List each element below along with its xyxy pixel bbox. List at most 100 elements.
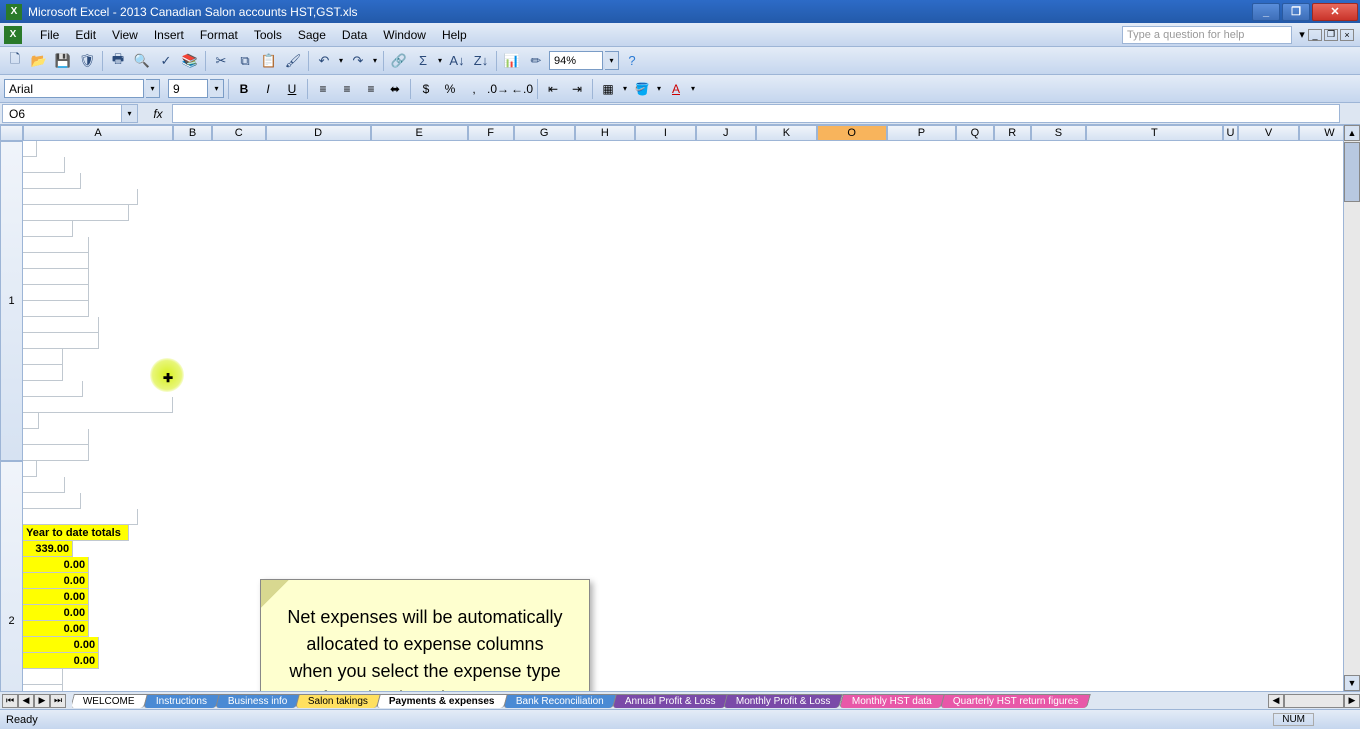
cell[interactable]: 339.00 bbox=[23, 541, 73, 557]
workbook-icon[interactable]: X bbox=[4, 26, 22, 44]
cell[interactable] bbox=[23, 205, 129, 221]
col-header-P[interactable]: P bbox=[887, 125, 957, 141]
autosum-icon[interactable]: Σ bbox=[412, 50, 434, 72]
help-search-input[interactable]: Type a question for help bbox=[1122, 26, 1292, 44]
menu-data[interactable]: Data bbox=[334, 25, 375, 45]
open-icon[interactable]: 📂 bbox=[28, 50, 50, 72]
col-header-O[interactable]: O bbox=[817, 125, 887, 141]
autosum-dropdown-icon[interactable]: ▾ bbox=[436, 56, 444, 65]
cut-icon[interactable]: ✂ bbox=[210, 50, 232, 72]
cell[interactable] bbox=[23, 189, 138, 205]
underline-icon[interactable]: U bbox=[281, 78, 303, 100]
sheet-tab-monthly-hst-data[interactable]: Monthly HST data bbox=[839, 694, 945, 708]
fill-color-icon[interactable]: 🪣 bbox=[631, 78, 653, 100]
wb-minimize-button[interactable]: _ bbox=[1308, 29, 1322, 41]
increase-indent-icon[interactable]: ⇥ bbox=[566, 78, 588, 100]
italic-icon[interactable]: I bbox=[257, 78, 279, 100]
menu-insert[interactable]: Insert bbox=[146, 25, 192, 45]
cell[interactable] bbox=[23, 221, 73, 237]
cell[interactable] bbox=[23, 381, 83, 397]
cell[interactable]: 0.00 bbox=[23, 653, 99, 669]
redo-icon[interactable]: ↷ bbox=[347, 50, 369, 72]
cell[interactable] bbox=[23, 317, 99, 333]
cell[interactable] bbox=[23, 413, 39, 429]
fill-color-dropdown-icon[interactable]: ▾ bbox=[655, 84, 663, 93]
cell[interactable] bbox=[23, 429, 89, 445]
redo-dropdown-icon[interactable]: ▾ bbox=[371, 56, 379, 65]
menu-file[interactable]: File bbox=[32, 25, 67, 45]
menu-tools[interactable]: Tools bbox=[246, 25, 290, 45]
col-header-I[interactable]: I bbox=[635, 125, 695, 141]
col-header-V[interactable]: V bbox=[1238, 125, 1299, 141]
sheet-tab-salon-takings[interactable]: Salon takings bbox=[295, 694, 381, 708]
cell[interactable]: 0.00 bbox=[23, 589, 89, 605]
close-button[interactable]: ✕ bbox=[1312, 3, 1358, 21]
tab-last-icon[interactable]: ⏭ bbox=[50, 694, 66, 708]
cell[interactable] bbox=[23, 157, 65, 173]
help-icon[interactable]: ? bbox=[621, 50, 643, 72]
sheet-tab-welcome[interactable]: WELCOME bbox=[72, 694, 148, 708]
cell[interactable] bbox=[23, 477, 65, 493]
col-header-D[interactable]: D bbox=[266, 125, 371, 141]
tab-prev-icon[interactable]: ◀ bbox=[18, 694, 34, 708]
sheet-tab-annual-profit---loss[interactable]: Annual Profit & Loss bbox=[612, 694, 728, 708]
minimize-button[interactable]: _ bbox=[1252, 3, 1280, 21]
tab-next-icon[interactable]: ▶ bbox=[34, 694, 50, 708]
comma-icon[interactable]: , bbox=[463, 78, 485, 100]
tab-first-icon[interactable]: ⏮ bbox=[2, 694, 18, 708]
cell[interactable] bbox=[23, 237, 89, 253]
row-header-1[interactable]: 1 bbox=[0, 141, 23, 461]
cell[interactable] bbox=[23, 269, 89, 285]
cell[interactable]: 0.00 bbox=[23, 605, 89, 621]
currency-icon[interactable]: $ bbox=[415, 78, 437, 100]
font-size-dropdown-icon[interactable]: ▾ bbox=[210, 79, 224, 98]
paste-icon[interactable]: 📋 bbox=[258, 50, 280, 72]
menu-help[interactable]: Help bbox=[434, 25, 475, 45]
maximize-button[interactable]: ❐ bbox=[1282, 3, 1310, 21]
formula-input[interactable] bbox=[172, 104, 1340, 123]
undo-dropdown-icon[interactable]: ▾ bbox=[337, 56, 345, 65]
cell[interactable] bbox=[23, 445, 89, 461]
borders-icon[interactable]: ▦ bbox=[597, 78, 619, 100]
col-header-K[interactable]: K bbox=[756, 125, 817, 141]
hyperlink-icon[interactable]: 🔗 bbox=[388, 50, 410, 72]
save-icon[interactable]: 💾 bbox=[52, 50, 74, 72]
col-header-S[interactable]: S bbox=[1031, 125, 1086, 141]
sheet-tab-payments---expenses[interactable]: Payments & expenses bbox=[376, 694, 507, 708]
menu-edit[interactable]: Edit bbox=[67, 25, 104, 45]
col-header-C[interactable]: C bbox=[212, 125, 265, 141]
undo-icon[interactable]: ↶ bbox=[313, 50, 335, 72]
cell[interactable] bbox=[23, 397, 173, 413]
col-header-B[interactable]: B bbox=[173, 125, 212, 141]
cell[interactable] bbox=[23, 173, 81, 189]
zoom-dropdown-icon[interactable]: ▾ bbox=[605, 51, 619, 70]
print-icon[interactable]: 🖶 bbox=[107, 50, 129, 72]
help-dropdown-icon[interactable]: ▾ bbox=[1296, 28, 1308, 41]
fx-icon[interactable]: fx bbox=[148, 107, 168, 121]
cell[interactable] bbox=[23, 141, 37, 157]
col-header-A[interactable]: A bbox=[23, 125, 173, 141]
cell[interactable]: 0.00 bbox=[23, 557, 89, 573]
col-header-F[interactable]: F bbox=[468, 125, 514, 141]
percent-icon[interactable]: % bbox=[439, 78, 461, 100]
col-header-J[interactable]: J bbox=[696, 125, 757, 141]
menu-sage[interactable]: Sage bbox=[290, 25, 334, 45]
cell[interactable] bbox=[23, 285, 89, 301]
cell[interactable]: 0.00 bbox=[23, 637, 99, 653]
sort-desc-icon[interactable]: Z↓ bbox=[470, 50, 492, 72]
cell[interactable] bbox=[23, 253, 89, 269]
font-color-dropdown-icon[interactable]: ▾ bbox=[689, 84, 697, 93]
align-left-icon[interactable]: ≡ bbox=[312, 78, 334, 100]
align-right-icon[interactable]: ≡ bbox=[360, 78, 382, 100]
name-box-dropdown-icon[interactable]: ▾ bbox=[122, 104, 138, 123]
hscroll-left-icon[interactable]: ◀ bbox=[1268, 694, 1284, 708]
menu-format[interactable]: Format bbox=[192, 25, 246, 45]
bold-icon[interactable]: B bbox=[233, 78, 255, 100]
font-name-input[interactable]: Arial bbox=[4, 79, 144, 98]
col-header-T[interactable]: T bbox=[1086, 125, 1223, 141]
scroll-thumb[interactable] bbox=[1344, 142, 1360, 202]
select-all-corner[interactable] bbox=[0, 125, 23, 141]
font-size-input[interactable]: 9 bbox=[168, 79, 208, 98]
cell[interactable] bbox=[23, 349, 63, 365]
cell[interactable] bbox=[23, 669, 63, 685]
